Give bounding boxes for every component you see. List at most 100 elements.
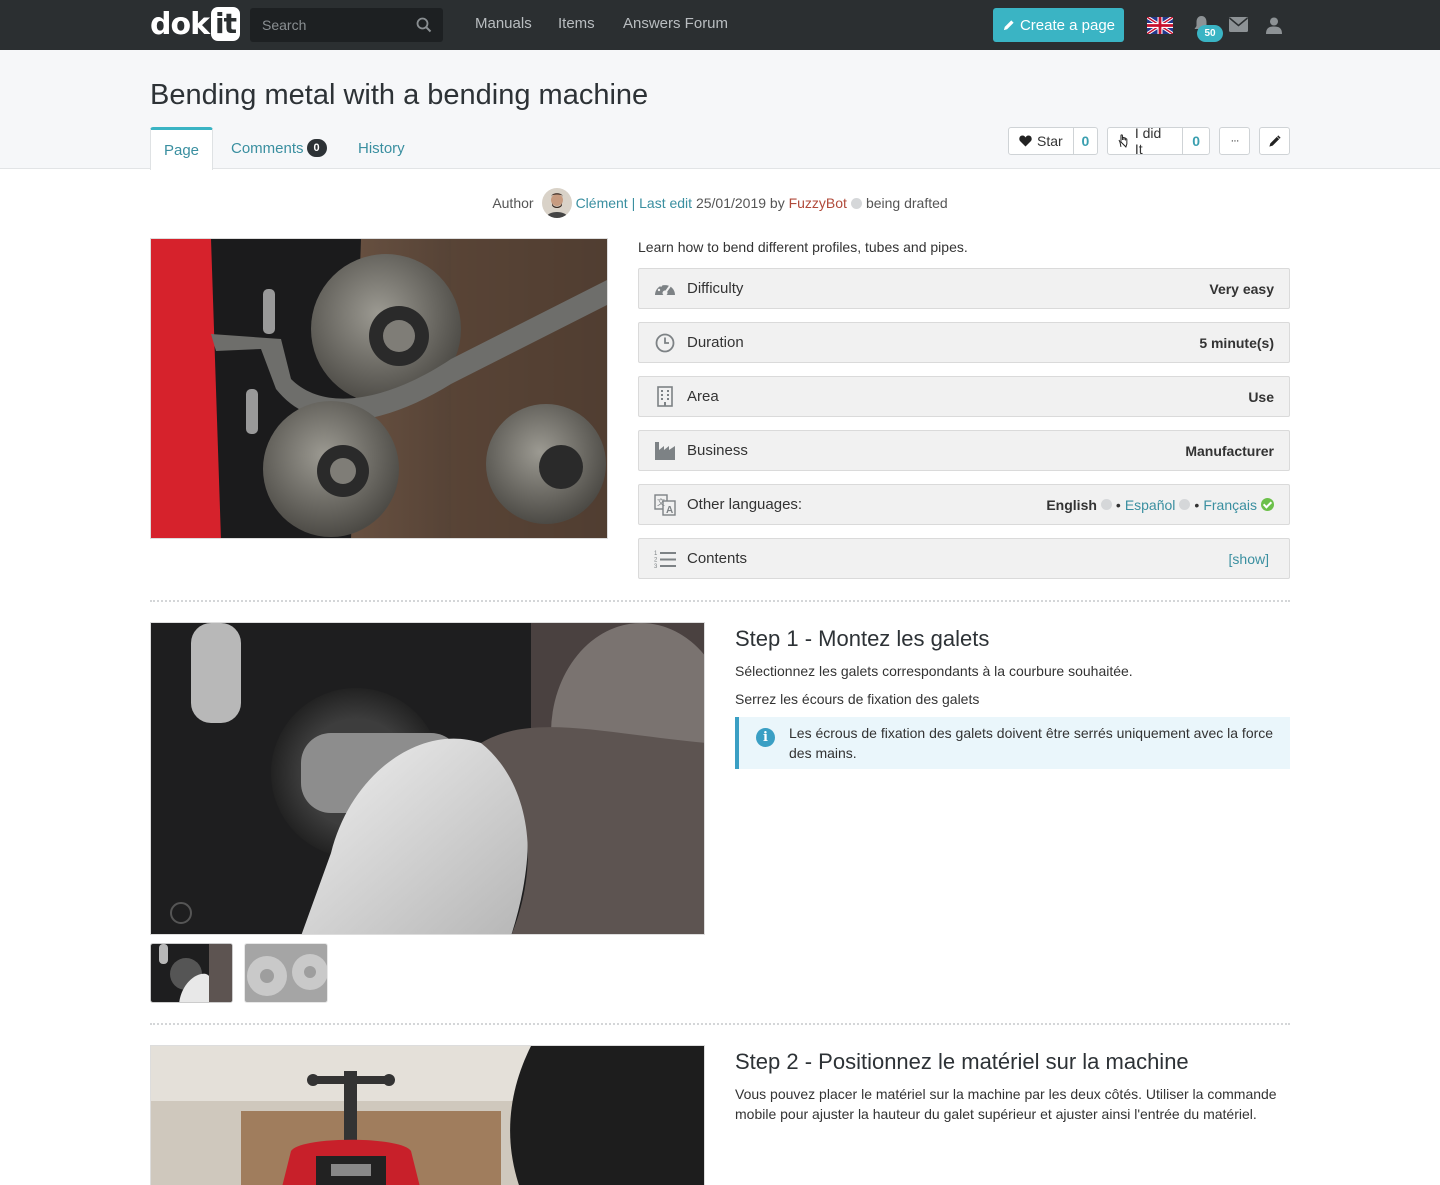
mail-icon[interactable] (1229, 17, 1248, 32)
translate-icon: A文 (653, 493, 677, 516)
main-photo[interactable] (150, 238, 608, 539)
espanol-status-dot (1179, 499, 1191, 510)
step-2-photo[interactable] (150, 1045, 705, 1185)
i-did-it-button[interactable]: I did It 0 (1107, 125, 1210, 157)
other-languages-row: A文 Other languages: English • Español • … (638, 484, 1290, 525)
lang-bullet-1: • (1115, 496, 1121, 513)
author-link[interactable]: Clément (576, 195, 628, 211)
more-actions-label: ··· (1230, 135, 1240, 147)
step-1-thumbnail-1[interactable] (150, 943, 233, 1003)
difficulty-label: Difficulty (687, 280, 744, 297)
nav-answers-forum[interactable]: Answers Forum (623, 15, 728, 32)
contents-label: Contents (687, 550, 748, 567)
business-value: Manufacturer (1185, 442, 1274, 459)
tab-history[interactable]: History (358, 127, 405, 169)
logo-dok-text: dok (150, 6, 210, 42)
section-divider (150, 1023, 1290, 1025)
hand-icon (1118, 134, 1128, 148)
section-divider (150, 600, 1290, 602)
star-label-wrap: Star (1009, 128, 1074, 154)
page-title: Bending metal with a bending machine (150, 79, 649, 111)
check-icon (1261, 498, 1274, 511)
author-line: Author Clément | Last edit 25/01/2019 by… (0, 188, 1440, 218)
did-it-label-wrap: I did It (1108, 125, 1184, 157)
tab-history-label: History (358, 139, 405, 157)
step-2-paragraph-1: Vous pouvez placer le matériel sur la ma… (735, 1086, 1277, 1122)
step-1-photo[interactable] (150, 622, 705, 935)
contents-show-toggle[interactable]: [show] (1229, 551, 1269, 567)
editor-link[interactable]: FuzzyBot (789, 195, 847, 211)
author-separator: | (627, 195, 640, 211)
step-1-title: Step 1 - Montez les galets (735, 626, 990, 651)
last-edit-date: 25/01/2019 by (692, 195, 789, 211)
top-navbar: dok it Manuals Items Answers Forum Creat… (0, 0, 1440, 50)
lang-english: English (1046, 496, 1097, 513)
tab-comments[interactable]: Comments 0 (231, 127, 327, 169)
svg-text:3: 3 (654, 564, 658, 569)
difficulty-value: Very easy (1209, 280, 1274, 297)
create-page-label: Create a page (1019, 16, 1116, 34)
business-label: Business (687, 442, 748, 459)
did-it-count: 0 (1192, 133, 1201, 149)
nav-manuals[interactable]: Manuals (475, 15, 532, 32)
other-languages-label: Other languages: (687, 496, 803, 513)
step-2-title: Step 2 - Positionnez le matériel sur la … (735, 1049, 1189, 1074)
duration-label: Duration (687, 334, 744, 351)
user-icon[interactable] (1266, 17, 1282, 34)
tab-page-label: Page (163, 141, 200, 159)
language-list: English • Español • Français (1046, 497, 1274, 513)
step-1-info-note: i Les écrous de fixation des galets doiv… (735, 717, 1290, 769)
english-status-dot (1100, 499, 1112, 510)
duration-value: 5 minute(s) (1199, 334, 1274, 351)
tab-page[interactable]: Page (150, 127, 213, 170)
search-box (250, 8, 443, 42)
list-icon: 123 (653, 548, 677, 570)
more-actions-button[interactable]: ··· (1219, 127, 1250, 155)
svg-text:1: 1 (654, 551, 658, 557)
status-dot (850, 197, 862, 209)
difficulty-row: Difficulty Very easy (638, 268, 1290, 309)
step-1-paragraph-1: Sélectionnez les galets correspondants à… (735, 663, 1133, 679)
heart-icon (1019, 135, 1032, 147)
step-1-thumbnail-2[interactable] (244, 943, 328, 1003)
svg-text:文: 文 (657, 497, 665, 507)
notification-count-badge[interactable]: 50 (1197, 25, 1223, 42)
logo-it-text: it (211, 7, 241, 41)
step-1-note-text: Les écrous de fixation des galets doiven… (789, 725, 1274, 761)
clock-icon (653, 332, 677, 354)
area-label: Area (687, 388, 719, 405)
lang-espanol-link[interactable]: Español (1125, 497, 1176, 513)
intro-text: Learn how to bend different profiles, tu… (638, 239, 968, 255)
svg-text:A: A (666, 505, 673, 516)
uk-flag-icon[interactable] (1147, 17, 1173, 34)
did-it-label: I did It (1134, 125, 1162, 157)
comments-count-badge: 0 (306, 139, 327, 157)
last-edit-link[interactable]: Last edit (639, 195, 692, 211)
avatar[interactable] (541, 188, 572, 218)
tab-comments-label: Comments (231, 139, 304, 157)
pencil-icon (1003, 19, 1014, 30)
edit-page-button[interactable] (1259, 127, 1290, 155)
star-button[interactable]: Star 0 (1008, 127, 1098, 155)
search-input[interactable] (250, 8, 410, 42)
gauge-icon (653, 278, 677, 300)
author-prefix: Author (492, 195, 534, 211)
star-label: Star (1037, 133, 1063, 149)
contents-row: 123 Contents [show] (638, 538, 1290, 579)
star-count: 0 (1081, 133, 1090, 149)
lang-francais-link[interactable]: Français (1203, 497, 1257, 513)
edit-icon (1269, 134, 1281, 147)
factory-icon (653, 440, 677, 462)
info-icon: i (756, 728, 775, 747)
svg-text:2: 2 (654, 557, 658, 563)
area-value: Use (1248, 388, 1274, 405)
business-row: Business Manufacturer (638, 430, 1290, 471)
dokit-logo[interactable]: dok it (150, 6, 241, 42)
search-icon[interactable] (416, 17, 432, 33)
area-row: Area Use (638, 376, 1290, 417)
lang-bullet-2: • (1194, 496, 1200, 513)
nav-items[interactable]: Items (558, 15, 595, 32)
status-text: being drafted (865, 195, 948, 211)
create-page-button[interactable]: Create a page (993, 8, 1124, 42)
building-icon (653, 386, 677, 408)
